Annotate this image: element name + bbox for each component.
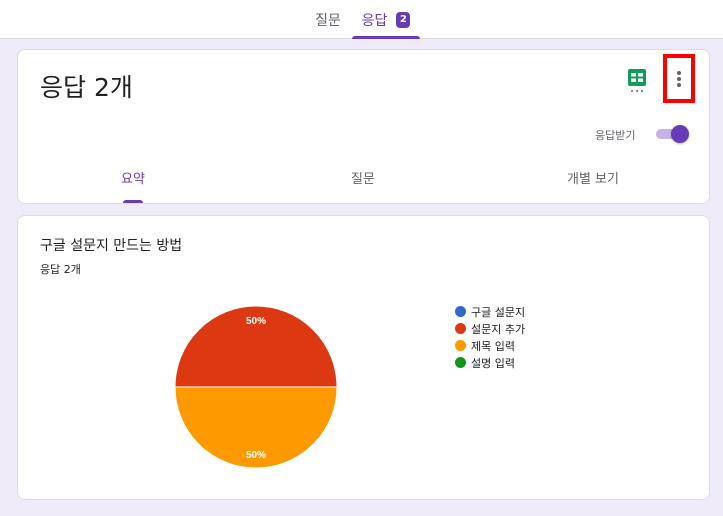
legend-item-add-form: 설문지 추가 [455,320,525,337]
legend-swatch [455,357,466,368]
pie-label-title-input: 50% [246,450,266,461]
legend-item-google-forms: 구글 설문지 [455,303,525,320]
legend-swatch [455,306,466,317]
active-tab-indicator [352,36,420,39]
chart-legend: 구글 설문지설문지 추가제목 입력설명 입력 [455,303,525,371]
accepting-responses-toggle[interactable] [654,125,690,143]
legend-label: 제목 입력 [471,339,515,353]
question-summary-card: 구글 설문지 만드는 방법 응답 2개 50% 50% 구글 설문지설문지 추가제… [17,215,710,500]
question-response-count: 응답 2개 [40,263,81,276]
legend-swatch [455,340,466,351]
legend-label: 설명 입력 [471,356,515,370]
legend-swatch [455,323,466,334]
tab-individual[interactable]: 개별 보기 [548,168,638,204]
pie-chart: 50% 50% [174,305,338,469]
responses-count-badge: 2 [396,11,411,28]
legend-item-description-input: 설명 입력 [455,354,525,371]
top-tab-bar: 질문 응답 2 [0,0,723,39]
tab-summary-label: 요약 [121,172,145,187]
tab-question[interactable]: 질문 [318,168,408,204]
legend-item-title-input: 제목 입력 [455,337,525,354]
tab-responses[interactable]: 응답 2 [352,0,420,39]
sheets-icon[interactable] [628,69,646,93]
toggle-knob [671,125,689,143]
accepting-responses-label: 응답받기 [595,129,636,142]
more-options-button[interactable] [663,54,695,103]
legend-label: 구글 설문지 [471,305,526,319]
pie-label-add-form: 50% [246,316,266,327]
tab-individual-label: 개별 보기 [567,172,619,187]
more-vert-icon [677,70,681,87]
question-title: 구글 설문지 만드는 방법 [40,238,183,254]
tab-summary[interactable]: 요약 [88,168,178,204]
tab-questions[interactable]: 질문 [306,0,350,39]
responses-title: 응답 2개 [40,73,133,102]
tab-questions-label: 질문 [315,12,341,29]
legend-label: 설문지 추가 [471,322,526,336]
summary-tab-indicator [123,200,143,203]
tab-responses-label: 응답 [361,12,388,29]
tab-question-label: 질문 [351,172,375,187]
responses-summary-card: 응답 2개 응답받기 요약 질문 개별 보기 [17,49,710,204]
